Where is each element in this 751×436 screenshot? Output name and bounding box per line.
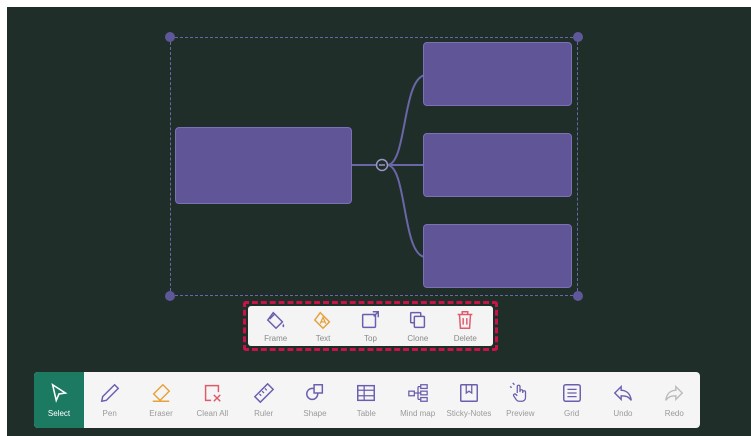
collapse-node-icon[interactable] <box>375 158 389 172</box>
context-menu: Frame Text Top Clone Delete <box>243 301 498 351</box>
clean-all-tool[interactable]: Clean All <box>187 372 238 428</box>
preview-label: Preview <box>506 409 535 418</box>
frame-label: Frame <box>264 334 288 343</box>
undo-tool[interactable]: Undo <box>597 372 648 428</box>
sticky-notes-icon <box>459 384 478 402</box>
text-button[interactable]: Text <box>301 309 345 343</box>
clone-icon <box>409 311 426 329</box>
ruler-label: Ruler <box>254 409 274 418</box>
resize-handle-top-right[interactable] <box>573 32 583 42</box>
sticky-notes-label: Sticky-Notes <box>446 409 492 418</box>
shape-icon <box>305 384 324 401</box>
preview-tool[interactable]: Preview <box>495 372 546 428</box>
clean-all-label: Clean All <box>196 409 229 418</box>
text-label: Text <box>315 334 331 343</box>
mind-map-child-node[interactable] <box>423 133 572 197</box>
redo-label: Redo <box>664 409 684 418</box>
delete-button[interactable]: Delete <box>443 309 487 343</box>
top-button[interactable]: Top <box>348 309 392 343</box>
pen-icon <box>100 383 119 403</box>
sticky-notes-tool[interactable]: Sticky-Notes <box>443 372 494 428</box>
redo-icon <box>665 384 684 402</box>
delete-label: Delete <box>453 334 477 343</box>
eraser-tool[interactable]: Eraser <box>135 372 186 428</box>
shape-tool[interactable]: Shape <box>289 372 340 428</box>
grid-label: Grid <box>564 409 580 418</box>
mind-map-root-node[interactable] <box>175 127 352 204</box>
redo-tool[interactable]: Redo <box>649 372 700 428</box>
clean-all-icon <box>205 384 222 402</box>
clone-label: Clone <box>407 334 429 343</box>
select-label: Select <box>47 409 71 418</box>
mind-map-child-node[interactable] <box>423 224 572 288</box>
ruler-tool[interactable]: Ruler <box>238 372 289 428</box>
paint-bucket-icon <box>266 311 284 330</box>
frame-button[interactable]: Frame <box>254 309 298 343</box>
eraser-label: Eraser <box>149 409 173 418</box>
clone-button[interactable]: Clone <box>396 309 440 343</box>
resize-handle-bottom-left[interactable] <box>165 291 175 301</box>
shape-label: Shape <box>303 409 327 418</box>
cursor-arrow-icon <box>51 383 68 403</box>
resize-handle-top-left[interactable] <box>165 32 175 42</box>
pen-label: Pen <box>102 409 117 418</box>
bring-to-top-icon <box>362 311 380 329</box>
table-icon <box>357 384 376 402</box>
grid-icon <box>562 384 581 402</box>
mind-map-label: Mind map <box>400 409 436 418</box>
hand-pointer-icon <box>509 382 527 402</box>
resize-handle-bottom-right[interactable] <box>573 291 583 301</box>
text-fill-icon <box>313 311 331 330</box>
mind-map-tool[interactable]: Mind map <box>392 372 443 428</box>
mind-map-icon <box>407 384 428 402</box>
trash-icon <box>457 311 473 329</box>
top-label: Top <box>364 334 377 343</box>
ruler-icon <box>253 382 274 404</box>
select-tool[interactable]: Select <box>34 372 84 428</box>
table-label: Table <box>356 409 376 418</box>
bottom-toolbar: Select Pen Eraser Clean All Ruler Shape … <box>34 372 700 428</box>
eraser-icon <box>152 383 171 402</box>
grid-tool[interactable]: Grid <box>546 372 597 428</box>
undo-label: Undo <box>613 409 633 418</box>
pen-tool[interactable]: Pen <box>84 372 135 428</box>
table-tool[interactable]: Table <box>341 372 392 428</box>
mind-map-child-node[interactable] <box>423 42 572 106</box>
undo-icon <box>613 384 632 402</box>
